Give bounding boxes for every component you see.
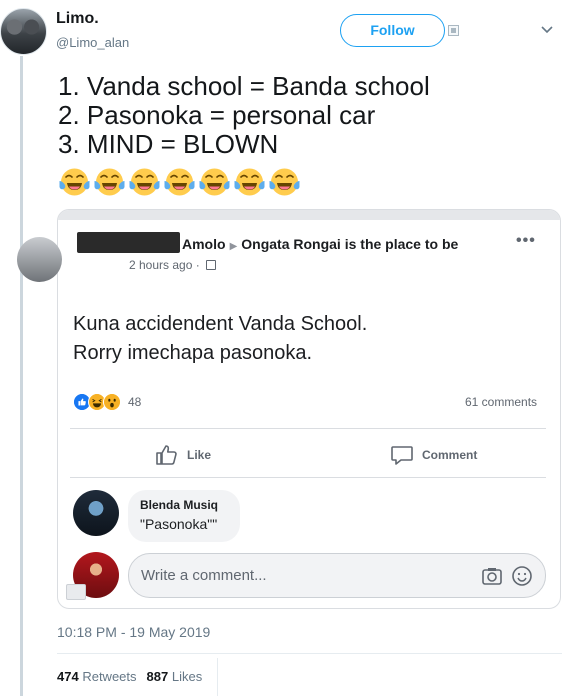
likes-stat[interactable]: 887 Likes	[147, 669, 203, 684]
emoji-picker-icon[interactable]	[511, 565, 533, 587]
likes-count: 887	[146, 669, 169, 684]
user-handle[interactable]: @Limo_alan	[56, 35, 129, 50]
divider	[70, 428, 546, 429]
comment-label: Comment	[422, 448, 478, 462]
wow-reaction-icon	[103, 393, 121, 411]
tears-of-joy-emoji	[94, 168, 125, 196]
image-download-icon[interactable]	[448, 25, 459, 36]
thumbs-up-icon	[156, 445, 177, 465]
divider	[70, 477, 546, 478]
tweet-timestamp[interactable]: 10:18 PM - 19 May 2019	[57, 624, 210, 640]
commenter-avatar[interactable]	[73, 490, 119, 536]
fb-post-header: Amolo ▶ Ongata Rongai is the place to be	[182, 236, 458, 252]
emoji-row	[58, 166, 301, 198]
likes-label: Likes	[171, 669, 203, 684]
speech-bubble-icon	[391, 446, 413, 465]
tweet-text: 1. Vanda school = Banda school 2. Pasono…	[58, 72, 430, 159]
camera-icon[interactable]	[481, 565, 503, 587]
tweet-line: 3. MIND = BLOWN	[58, 129, 279, 159]
fb-post-text: Kuna accidendent Vanda School. Rorry ime…	[73, 310, 367, 368]
retweets-label: Retweets	[82, 669, 137, 684]
comment-bubble: Blenda Musiq "Pasonoka""	[128, 490, 240, 542]
fb-post-time: 2 hours ago ·	[129, 258, 217, 272]
comment-input[interactable]	[141, 567, 473, 584]
retweets-stat[interactable]: 474 Retweets	[57, 669, 137, 684]
fb-author-avatar	[17, 237, 62, 282]
card-top-bar	[58, 210, 560, 220]
user-avatar[interactable]	[0, 8, 47, 55]
account-switch-icon	[66, 584, 86, 600]
fb-post-line: Kuna accidendent Vanda School.	[73, 313, 368, 335]
divider	[57, 653, 562, 654]
tears-of-joy-emoji	[129, 168, 160, 196]
fb-group-name: Ongata Rongai is the place to be	[241, 236, 459, 252]
commenter-name[interactable]: Blenda Musiq	[140, 498, 228, 512]
fb-author-name: Amolo	[182, 236, 226, 252]
tweet-line: 2. Pasonoka = personal car	[58, 100, 376, 130]
audience-icon	[206, 260, 217, 270]
tweet-stats: 474 Retweets 887 Likes	[57, 669, 202, 684]
thread-line	[20, 56, 23, 696]
comments-count[interactable]: 61 comments	[465, 395, 537, 409]
tears-of-joy-emoji	[164, 168, 195, 196]
tweet-line: 1. Vanda school = Banda school	[58, 71, 430, 101]
arrow-right-icon: ▶	[229, 241, 238, 252]
chevron-down-icon[interactable]	[540, 22, 554, 36]
retweets-count: 474	[57, 669, 79, 684]
follow-button[interactable]: Follow	[340, 14, 445, 47]
user-name[interactable]: Limo.	[56, 10, 99, 28]
tears-of-joy-emoji	[59, 168, 90, 196]
like-label: Like	[187, 448, 212, 462]
comment-text: "Pasonoka""	[140, 516, 218, 532]
divider	[217, 658, 218, 696]
comment-button[interactable]: Comment	[390, 443, 477, 467]
tears-of-joy-emoji	[234, 168, 265, 196]
tears-of-joy-emoji	[199, 168, 230, 196]
fb-post-line: Rorry imechapa pasonoka.	[73, 342, 313, 364]
tears-of-joy-emoji	[269, 168, 300, 196]
reaction-count[interactable]: 48	[128, 395, 141, 409]
fb-time-text: 2 hours ago	[129, 258, 193, 272]
more-options-icon: •••	[516, 232, 536, 249]
like-button[interactable]: Like	[155, 443, 211, 467]
write-comment-field[interactable]	[128, 553, 546, 598]
redacted-name-bar	[77, 232, 180, 253]
reactions-summary: 48	[73, 392, 141, 412]
